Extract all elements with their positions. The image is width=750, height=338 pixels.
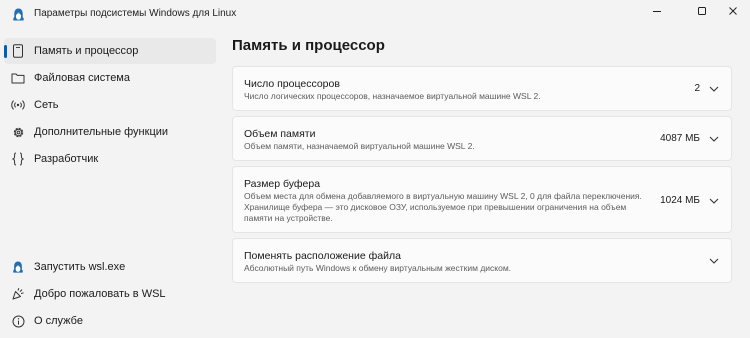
- window-title: Параметры подсистемы Windows для Linux: [34, 8, 237, 19]
- info-icon: [11, 314, 25, 328]
- setting-card-memory-size[interactable]: Объем памяти Объем памяти, назначаемой в…: [232, 116, 732, 161]
- sidebar-item-label: Разработчик: [34, 153, 99, 165]
- chevron-down-icon[interactable]: [709, 134, 719, 144]
- setting-title: Поменять расположение файла: [244, 250, 401, 262]
- sidebar-item-label: Память и процессор: [34, 45, 139, 57]
- close-button[interactable]: [716, 0, 750, 22]
- setting-value: 4087 МБ: [660, 133, 700, 144]
- setting-value: 1024 МБ: [660, 195, 700, 206]
- setting-description: Число логических процессоров, назначаемо…: [244, 91, 541, 101]
- sidebar-item-memory-processor[interactable]: Память и процессор: [4, 38, 216, 64]
- sidebar-item-welcome[interactable]: Добро пожаловать в WSL: [4, 281, 216, 307]
- setting-card-swap-file-location[interactable]: Поменять расположение файла Абсолютный п…: [232, 238, 732, 283]
- setting-title: Число процессоров: [244, 78, 340, 90]
- sidebar-item-label: Добро пожаловать в WSL: [34, 288, 166, 300]
- gear-icon: [11, 125, 25, 139]
- sidebar-item-label: Файловая система: [34, 72, 130, 84]
- page-title: Память и процессор: [232, 37, 385, 54]
- sidebar-item-label: Запустить wsl.exe: [34, 261, 126, 273]
- setting-card-swap-size[interactable]: Размер буфера Объем места для обмена доб…: [232, 166, 732, 233]
- sidebar-item-optional-features[interactable]: Дополнительные функции: [4, 119, 216, 145]
- network-icon: [11, 98, 25, 112]
- braces-icon: [11, 152, 25, 166]
- sidebar-item-label: Сеть: [34, 99, 59, 111]
- setting-card-processor-count[interactable]: Число процессоров Число логических проце…: [232, 66, 732, 111]
- app-penguin-icon: [12, 8, 25, 22]
- sidebar-item-file-system[interactable]: Файловая система: [4, 65, 216, 91]
- selection-indicator: [4, 45, 7, 58]
- sidebar-item-label: О службе: [34, 315, 83, 327]
- sidebar-item-label: Дополнительные функции: [34, 126, 169, 138]
- setting-description: Объем места для обмена добавляемого в ви…: [244, 191, 642, 223]
- sidebar: Память и процессор Файловая система Сеть…: [0, 36, 222, 336]
- chevron-down-icon[interactable]: [709, 256, 719, 266]
- close-icon: [729, 7, 737, 15]
- setting-description: Абсолютный путь Windows к обмену виртуал…: [244, 263, 512, 273]
- sidebar-item-launch-wsl[interactable]: Запустить wsl.exe: [4, 254, 216, 280]
- memory-icon: [11, 44, 25, 58]
- setting-description: Объем памяти, назначаемой виртуальной ма…: [244, 141, 475, 151]
- setting-title: Размер буфера: [244, 178, 321, 190]
- welcome-icon: [11, 287, 25, 301]
- minimize-icon: [653, 11, 661, 12]
- minimize-button[interactable]: [640, 0, 674, 22]
- maximize-button[interactable]: [685, 0, 719, 22]
- setting-value: 2: [694, 83, 700, 94]
- sidebar-item-developer[interactable]: Разработчик: [4, 146, 216, 172]
- chevron-down-icon[interactable]: [709, 196, 719, 206]
- penguin-icon: [11, 260, 25, 274]
- sidebar-item-network[interactable]: Сеть: [4, 92, 216, 118]
- chevron-down-icon[interactable]: [709, 84, 719, 94]
- sidebar-item-about[interactable]: О службе: [4, 308, 216, 334]
- maximize-icon: [698, 7, 706, 15]
- wsl-settings-window: Параметры подсистемы Windows для Linux П…: [0, 0, 750, 338]
- folder-icon: [11, 71, 25, 85]
- title-bar: Параметры подсистемы Windows для Linux: [0, 0, 750, 28]
- setting-title: Объем памяти: [244, 128, 316, 140]
